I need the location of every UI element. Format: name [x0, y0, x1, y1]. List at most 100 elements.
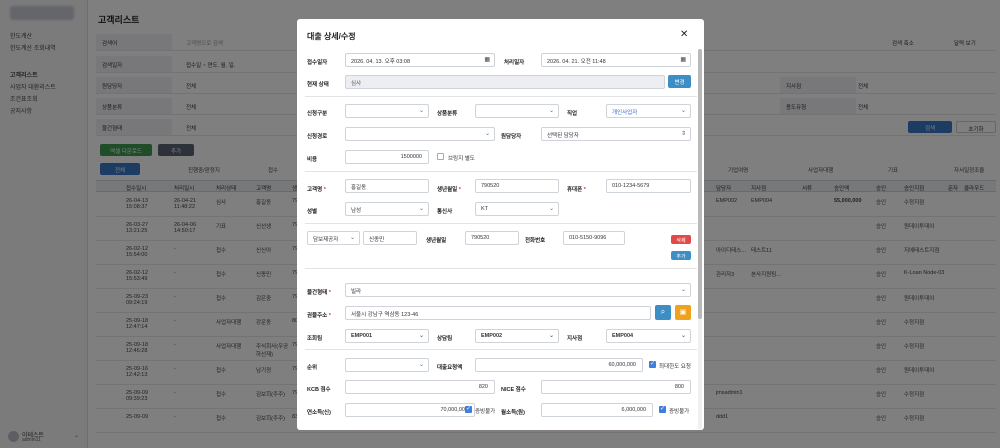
- gender-value: 남성: [351, 208, 362, 214]
- kcb-label: KCB 점수: [307, 387, 331, 393]
- proc-date-input[interactable]: 2026. 04. 21. 오전 11:48 ▦: [541, 53, 691, 67]
- property-type-select[interactable]: 빌라 ⌄: [345, 283, 691, 297]
- loan-request-input[interactable]: 60,000,000: [475, 358, 643, 372]
- guarantor-phone-input[interactable]: 010-5150-9096: [563, 231, 625, 245]
- apply-type-select[interactable]: ⌄: [345, 104, 429, 118]
- cost-label: 비용: [307, 157, 318, 163]
- property-address-input[interactable]: 서울시 강남구 역삼동 123-46: [345, 306, 651, 320]
- manager-value: 선택된 담당자: [547, 133, 579, 139]
- consultant-select[interactable]: EMP002 ⌄: [475, 329, 559, 343]
- divider: [305, 268, 697, 269]
- search-icon[interactable]: ⌕: [655, 305, 671, 320]
- team-lead-label: 조회팀: [307, 336, 323, 342]
- apply-type-label: 신청구분: [307, 111, 328, 117]
- branch-value: EMP004: [612, 333, 634, 339]
- customer-label-text: 고객명: [307, 187, 323, 193]
- gender-label: 성별: [307, 209, 318, 215]
- chevron-down-icon: ⌄: [418, 333, 424, 339]
- phone-label: 휴대폰 *: [567, 187, 586, 193]
- chevron-down-icon: ⌄: [349, 235, 355, 241]
- modal-title: 대출 상세/수정: [307, 32, 356, 41]
- team-lead-value: EMP001: [351, 333, 373, 339]
- telecom-select[interactable]: KT ⌄: [475, 202, 559, 216]
- guarantor-type-select[interactable]: 담보제공자 ⌄: [307, 231, 360, 245]
- customer-label: 고객명 *: [307, 187, 326, 193]
- property-type-label: 물건형태 *: [307, 290, 331, 296]
- chevron-down-icon: ⌄: [548, 108, 554, 114]
- team-lead-select[interactable]: EMP001 ⌄: [345, 329, 429, 343]
- property-addr-label: 권물주소 *: [307, 313, 331, 319]
- consultant-value: EMP002: [481, 333, 503, 339]
- chevron-down-icon: ⌄: [548, 333, 554, 339]
- modal-scrollbar[interactable]: [698, 49, 702, 429]
- verify-checkbox-2[interactable]: ✓: [659, 406, 666, 413]
- updown-icon: ⇕: [680, 131, 686, 137]
- chevron-down-icon: ⌄: [418, 206, 424, 212]
- nice-label: NICE 점수: [501, 387, 526, 393]
- credit-check-checkbox[interactable]: [437, 153, 444, 160]
- property-type-value: 빌라: [351, 289, 362, 295]
- current-status-field: 심사: [345, 75, 665, 89]
- chevron-down-icon: ⌄: [418, 108, 424, 114]
- gender-select[interactable]: 남성 ⌄: [345, 202, 429, 216]
- customer-name-input[interactable]: 홍길동: [345, 179, 429, 193]
- branch-select[interactable]: EMP004 ⌄: [606, 329, 691, 343]
- branch-label: 지사점: [567, 336, 583, 342]
- guarantor-birth-label: 생년월일: [426, 238, 447, 244]
- credit-check-label: 브링지 별도: [448, 156, 475, 162]
- chevron-down-icon: ⌄: [418, 362, 424, 368]
- guarantor-name-input[interactable]: 신종민: [363, 231, 417, 245]
- divider: [305, 349, 697, 350]
- chevron-down-icon: ⌄: [548, 206, 554, 212]
- annual-income-label: 연소득(신): [307, 410, 331, 416]
- current-status-label: 현재 상태: [307, 82, 329, 88]
- divider: [305, 223, 697, 224]
- birth-input[interactable]: 790520: [475, 179, 559, 193]
- apply-route-select[interactable]: ⌄: [345, 127, 495, 141]
- job-select[interactable]: 개인사업자 ⌄: [606, 104, 691, 118]
- telecom-label: 통신사: [437, 209, 453, 215]
- product-select[interactable]: ⌄: [475, 104, 559, 118]
- verify-label-1: 증빙불가: [475, 409, 496, 415]
- product-label: 상품분류: [437, 111, 458, 117]
- apply-route-label: 신청경로: [307, 134, 328, 140]
- telecom-value: KT: [481, 206, 489, 212]
- phone-label-text: 휴대폰: [567, 187, 583, 193]
- consultant-label: 상담팀: [437, 336, 453, 342]
- cost-input[interactable]: 1500000: [345, 150, 429, 164]
- rank-select[interactable]: ⌄: [345, 358, 429, 372]
- divider: [305, 96, 697, 97]
- job-value: 개인사업자: [612, 110, 638, 116]
- property-type-label-text: 물건형태: [307, 290, 328, 296]
- receipt-date-value: 2026. 04. 13. 오후 03:08: [351, 59, 411, 65]
- receipt-date-input[interactable]: 2026. 04. 13. 오후 03:08 ▦: [345, 53, 495, 67]
- annual-income-input[interactable]: 70,000,000: [345, 403, 475, 417]
- phone-input[interactable]: 010-1234-5679: [606, 179, 691, 193]
- receipt-date-label: 접수일자: [307, 60, 328, 66]
- verify-label-2: 증빙불가: [669, 409, 690, 415]
- birth-label-text: 생년월일: [437, 187, 458, 193]
- proc-date-label: 처리일자: [504, 60, 525, 66]
- close-icon[interactable]: ✕: [680, 29, 688, 40]
- birth-label: 생년월일 *: [437, 187, 461, 193]
- max-limit-checkbox[interactable]: ✓: [649, 361, 656, 368]
- change-status-button[interactable]: 변경: [668, 75, 691, 88]
- chevron-down-icon: ⌄: [484, 131, 490, 137]
- save-icon[interactable]: ▣: [675, 305, 691, 320]
- proc-date-value: 2026. 04. 21. 오전 11:48: [547, 59, 606, 65]
- add-guarantor-button[interactable]: 추가: [671, 251, 691, 260]
- guarantor-birth-input[interactable]: 790520: [465, 231, 519, 245]
- manager-select[interactable]: 선택된 담당자 ⇕: [541, 127, 691, 141]
- calendar-icon[interactable]: ▦: [484, 56, 490, 63]
- loan-request-label: 대출요청액: [437, 365, 463, 371]
- guarantor-phone-label: 전화번호: [525, 238, 546, 244]
- monthly-income-input[interactable]: 6,000,000: [541, 403, 653, 417]
- scrollbar-thumb[interactable]: [698, 49, 702, 319]
- verify-checkbox-1[interactable]: ✓: [465, 406, 472, 413]
- loan-detail-modal: 대출 상세/수정 ✕ 접수일자 2026. 04. 13. 오후 03:08 ▦ …: [297, 19, 704, 430]
- calendar-icon[interactable]: ▦: [680, 56, 686, 63]
- delete-guarantor-button[interactable]: 삭제: [671, 235, 691, 244]
- nice-score-input[interactable]: 800: [541, 380, 691, 394]
- chevron-down-icon: ⌄: [680, 108, 686, 114]
- kcb-score-input[interactable]: 820: [345, 380, 495, 394]
